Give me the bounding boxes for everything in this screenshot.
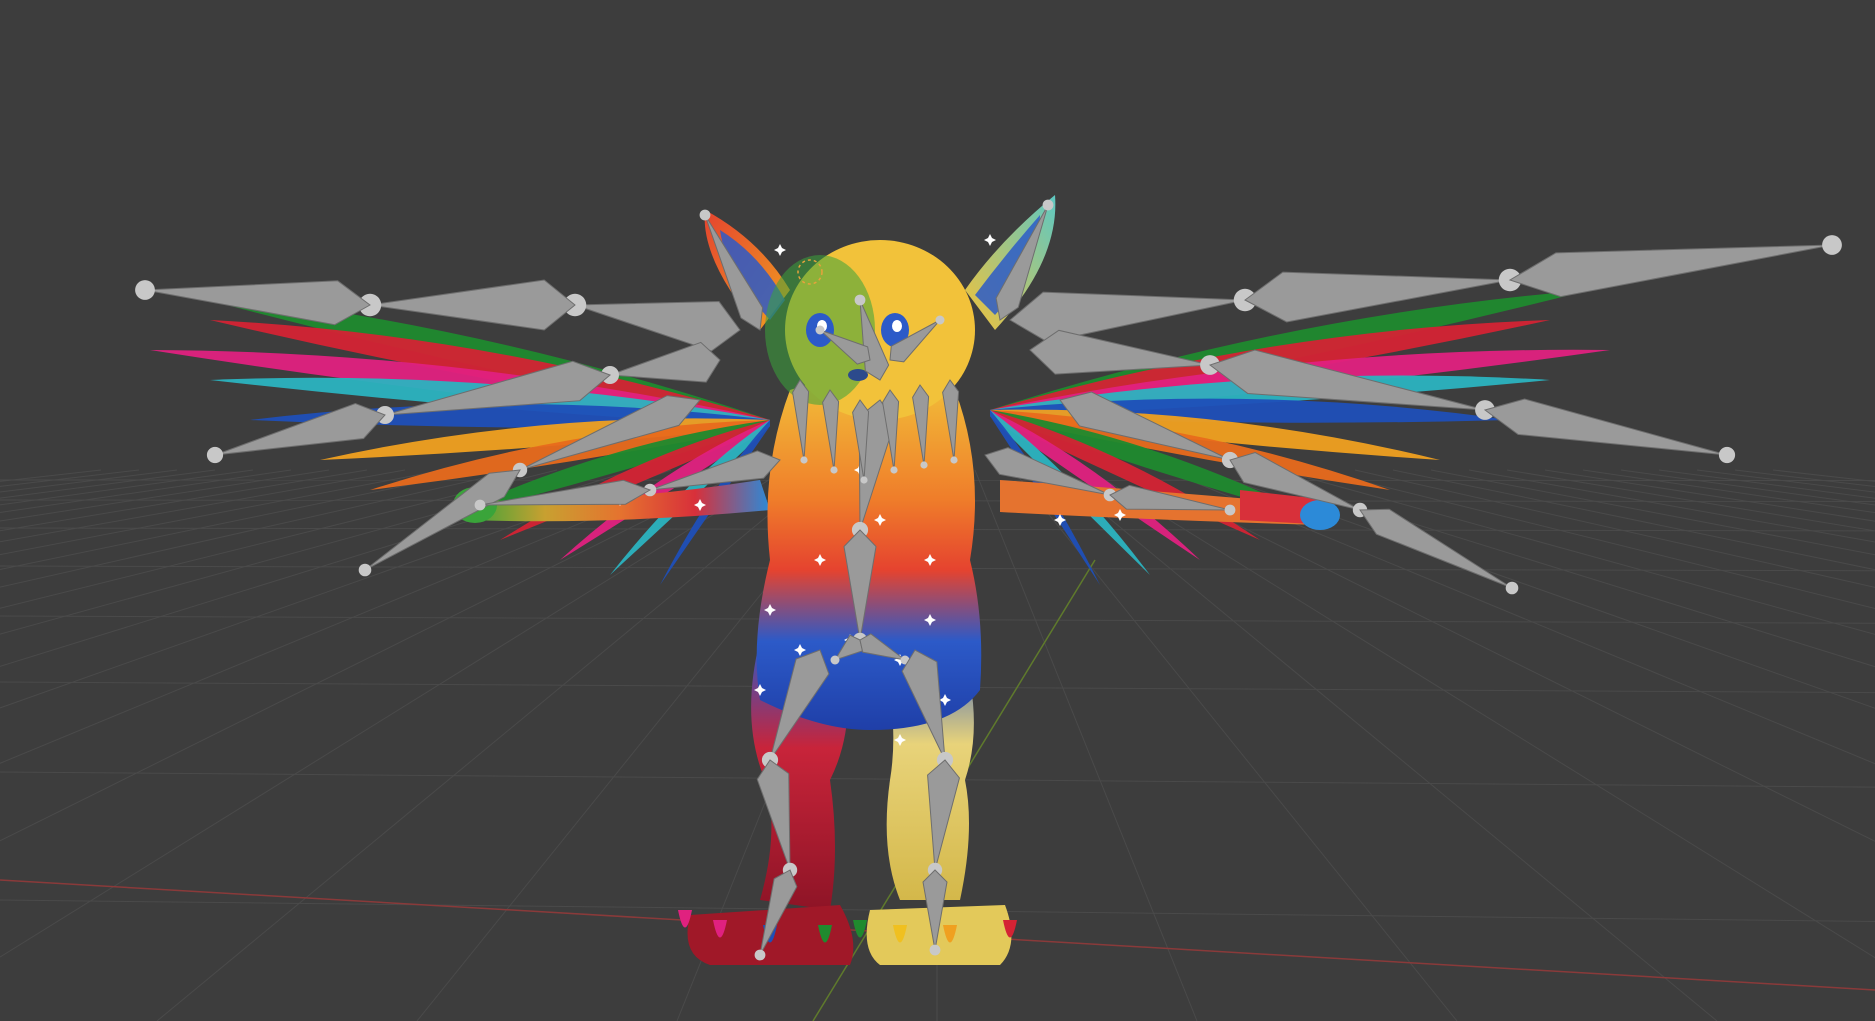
- star-decal: [984, 234, 996, 246]
- star-decal: [774, 244, 786, 256]
- bone-joint: [860, 476, 868, 484]
- bone-joint: [935, 315, 945, 325]
- bone-joint: [854, 294, 866, 306]
- bone-joint: [929, 944, 941, 956]
- bone[interactable]: [135, 280, 371, 326]
- viewport-scene[interactable]: [0, 0, 1875, 1021]
- bone-joint: [754, 949, 766, 961]
- bone[interactable]: [1009, 288, 1257, 343]
- bone-joint: [1042, 199, 1054, 211]
- bone-joint: [890, 466, 898, 474]
- bone-joint: [830, 655, 840, 665]
- bone-joint: [1505, 581, 1519, 595]
- bone-joint: [800, 456, 808, 464]
- bone[interactable]: [1508, 235, 1842, 298]
- bone-joint: [699, 209, 711, 221]
- bone-joint: [1718, 446, 1736, 464]
- bone-joint: [950, 456, 958, 464]
- bone-joint: [1822, 235, 1842, 255]
- bone-joint: [474, 499, 486, 511]
- bone-joint: [358, 563, 372, 577]
- bone-joint: [920, 461, 928, 469]
- bone-joint: [815, 325, 825, 335]
- bone-joint: [135, 280, 155, 300]
- 3d-viewport[interactable]: [0, 0, 1875, 1021]
- bone-joint: [206, 446, 224, 464]
- bone[interactable]: [563, 293, 741, 352]
- bone[interactable]: [1483, 398, 1736, 464]
- bone-joint: [1224, 504, 1236, 516]
- bone[interactable]: [1359, 508, 1519, 595]
- bone-joint: [830, 466, 838, 474]
